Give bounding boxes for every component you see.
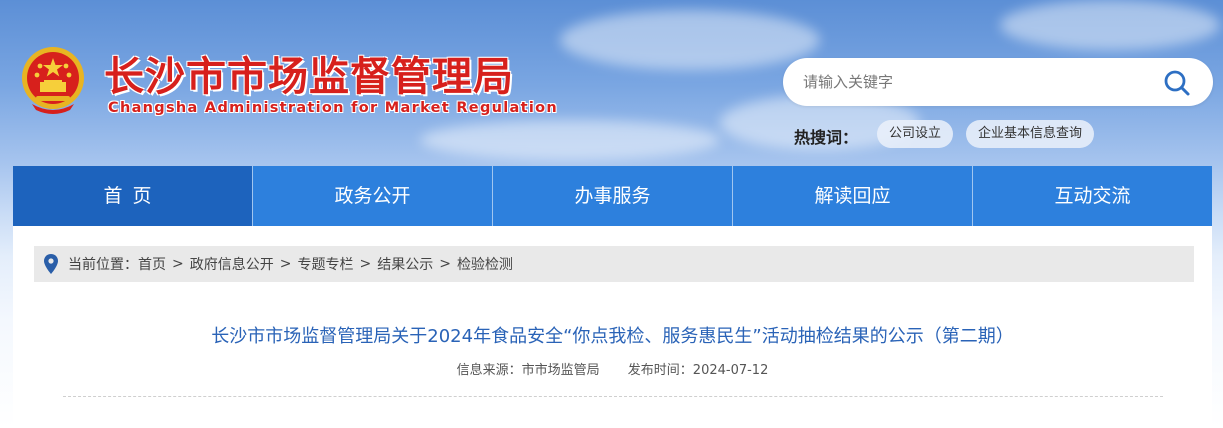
- search-input[interactable]: [803, 58, 1143, 106]
- hot-search-tag[interactable]: 企业基本信息查询: [966, 120, 1095, 148]
- breadcrumb-separator: >: [359, 256, 372, 272]
- nav-item-interpretation[interactable]: 解读回应: [732, 166, 972, 226]
- breadcrumb-link[interactable]: 专题专栏: [297, 254, 353, 274]
- nav-item-government-affairs[interactable]: 政务公开: [252, 166, 492, 226]
- article-source: 信息来源：市市场监管局: [456, 363, 600, 378]
- breadcrumb-prefix: 当前位置：: [68, 257, 138, 273]
- cloud-decoration: [560, 10, 820, 70]
- site-subtitle: Changsha Administration for Market Regul…: [108, 100, 558, 116]
- search-icon[interactable]: [1163, 69, 1191, 97]
- hot-search-tag[interactable]: 公司设立: [877, 120, 954, 148]
- nav-item-home[interactable]: 首页: [13, 166, 252, 226]
- location-pin-icon: [44, 254, 58, 274]
- breadcrumb-link[interactable]: 结果公示: [377, 254, 433, 274]
- site-title: 长沙市市场监督管理局: [104, 54, 514, 100]
- article-date: 发布时间：2024-07-12: [627, 363, 769, 378]
- article-meta: 信息来源：市市场监管局 发布时间：2024-07-12: [13, 359, 1212, 378]
- content-area: 当前位置： 首页 > 政府信息公开 > 专题专栏 > 结果公示 > 检验检测 长…: [13, 226, 1212, 428]
- hot-search-label: 热搜词：: [794, 128, 859, 147]
- breadcrumb-link[interactable]: 首页: [138, 254, 166, 274]
- main-nav: 首页 政务公开 办事服务 解读回应 互动交流: [13, 166, 1212, 226]
- breadcrumb-link[interactable]: 检验检测: [457, 254, 513, 274]
- national-emblem-icon: [22, 47, 84, 114]
- breadcrumb-separator: >: [439, 256, 451, 272]
- article-title: 长沙市市场监督管理局关于2024年食品安全“你点我检、服务惠民生”活动抽检结果的…: [211, 326, 1014, 347]
- nav-item-services[interactable]: 办事服务: [492, 166, 732, 226]
- nav-item-interaction[interactable]: 互动交流: [972, 166, 1212, 226]
- cloud-decoration: [1000, 0, 1220, 50]
- breadcrumb: 当前位置： 首页 > 政府信息公开 > 专题专栏 > 结果公示 > 检验检测: [34, 246, 1194, 282]
- search-box: [783, 58, 1213, 106]
- cloud-decoration: [420, 120, 720, 160]
- breadcrumb-separator: >: [279, 256, 292, 272]
- breadcrumb-separator: >: [172, 256, 184, 272]
- breadcrumb-link[interactable]: 政府信息公开: [190, 254, 274, 274]
- divider: [63, 396, 1163, 397]
